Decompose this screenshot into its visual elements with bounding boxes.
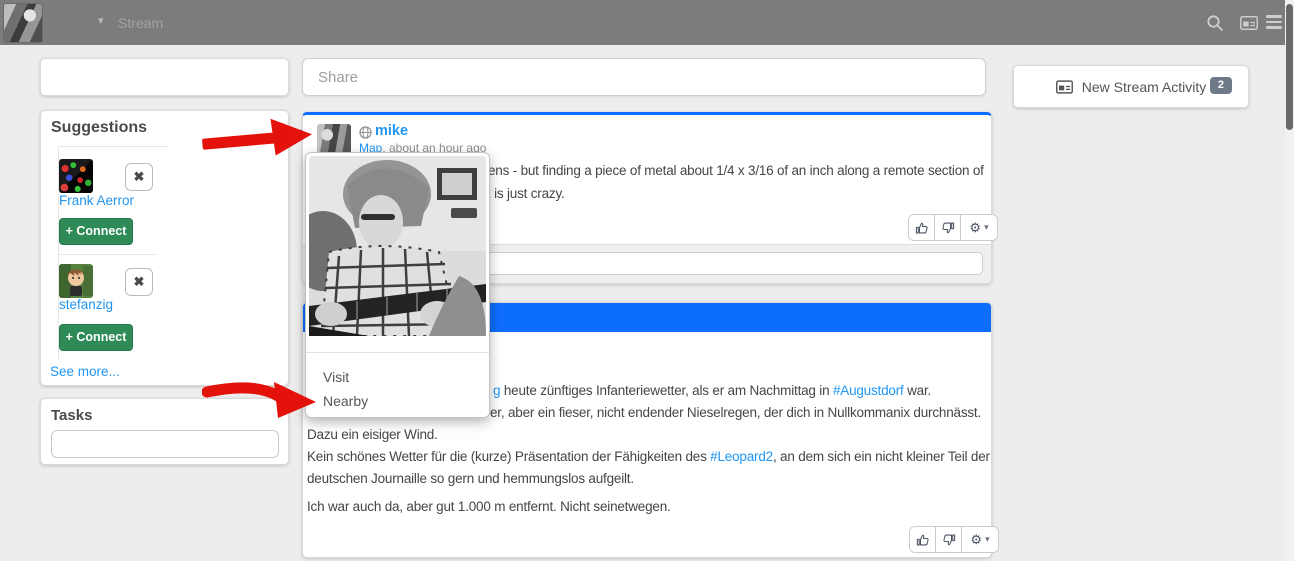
stream-card-icon <box>1056 80 1073 94</box>
globe-visibility-icon <box>359 126 372 139</box>
thumb-down-icon <box>942 533 956 547</box>
caret-down-icon: ▾ <box>984 222 989 233</box>
dismiss-suggestion-button[interactable]: ✖ <box>125 268 153 296</box>
post-settings-button[interactable]: ⚙ ▾ <box>960 215 997 240</box>
hashtag-link[interactable]: #Leopard2 <box>710 449 773 464</box>
activity-count-badge: 2 <box>1210 77 1232 94</box>
thumb-down-icon <box>941 221 955 235</box>
user-avatar[interactable] <box>59 264 93 298</box>
thumb-up-icon <box>916 533 930 547</box>
gear-icon: ⚙ <box>970 532 982 548</box>
plus-icon: + <box>66 224 73 238</box>
tasks-panel: Tasks <box>40 398 289 465</box>
profile-popover: Visit Nearby <box>305 152 490 418</box>
share-input[interactable] <box>302 58 986 96</box>
connect-button[interactable]: + Connect <box>59 218 133 245</box>
dashboard-card-icon[interactable] <box>1240 16 1258 30</box>
caret-down-icon: ▾ <box>985 534 990 545</box>
like-button[interactable] <box>910 527 935 552</box>
top-navbar: ▾ Stream <box>0 0 1294 45</box>
scrollbar-thumb[interactable] <box>1286 4 1293 130</box>
search-icon[interactable] <box>1206 14 1224 32</box>
dislike-button[interactable] <box>934 215 960 240</box>
post-author-link[interactable]: mike <box>375 123 408 139</box>
hashtag-link[interactable]: #Augustdorf <box>833 383 904 398</box>
profile-photo[interactable] <box>309 156 486 336</box>
new-stream-activity-button[interactable]: New Stream Activity 2 <box>1013 65 1249 108</box>
dismiss-suggestion-button[interactable]: ✖ <box>125 163 153 191</box>
user-link[interactable]: Frank Aerror <box>59 193 134 208</box>
dislike-button[interactable] <box>935 527 961 552</box>
post-text: Kein schönes Wetter für die (kurze) Präs… <box>307 449 990 464</box>
post-text: ens - but finding a piece of metal about… <box>488 163 984 178</box>
divider <box>306 352 489 353</box>
tasks-title: Tasks <box>51 407 92 424</box>
user-link[interactable]: stefanzig <box>59 297 113 312</box>
like-button[interactable] <box>909 215 934 240</box>
see-more-link[interactable]: See more... <box>50 364 120 379</box>
plus-icon: + <box>66 330 73 344</box>
post-settings-button[interactable]: ⚙ ▾ <box>961 527 998 552</box>
thumb-up-icon <box>915 221 929 235</box>
current-user-avatar[interactable] <box>3 3 43 43</box>
post-actions: ⚙ ▾ <box>909 526 999 553</box>
post-text: Ich war auch da, aber gut 1.000 m entfer… <box>307 499 671 514</box>
post-text: deutschen Journaille so gern und hemmung… <box>307 471 634 486</box>
page-title[interactable]: Stream <box>118 15 163 31</box>
post-text: er, aber ein fieser, nicht endender Nies… <box>490 405 981 420</box>
connect-button[interactable]: + Connect <box>59 324 133 351</box>
suggestions-panel: Suggestions ✖ Frank Aerror + Connect ✖ s… <box>40 110 289 386</box>
hamburger-menu-icon[interactable] <box>1266 15 1282 32</box>
tasks-input[interactable] <box>51 430 279 458</box>
activity-label: New Stream Activity <box>1082 79 1206 95</box>
gear-icon: ⚙ <box>969 220 981 236</box>
post-text: Dazu ein eisiger Wind. <box>307 427 438 442</box>
chevron-down-icon[interactable]: ▾ <box>98 16 104 27</box>
suggestions-title: Suggestions <box>51 119 147 137</box>
post-text: k is just crazy. <box>484 186 565 201</box>
popup-menu-visit[interactable]: Visit <box>323 369 349 385</box>
post-actions: ⚙ ▾ <box>908 214 998 241</box>
divider <box>59 254 157 255</box>
post-text: g heute zünftiges Infanteriewetter, als … <box>493 383 931 398</box>
popup-menu-nearby[interactable]: Nearby <box>323 393 368 409</box>
activity-inner: New Stream Activity <box>1056 79 1206 95</box>
user-avatar[interactable] <box>59 159 93 193</box>
stream-filters-panel[interactable]: Stream Filters <box>40 58 289 96</box>
